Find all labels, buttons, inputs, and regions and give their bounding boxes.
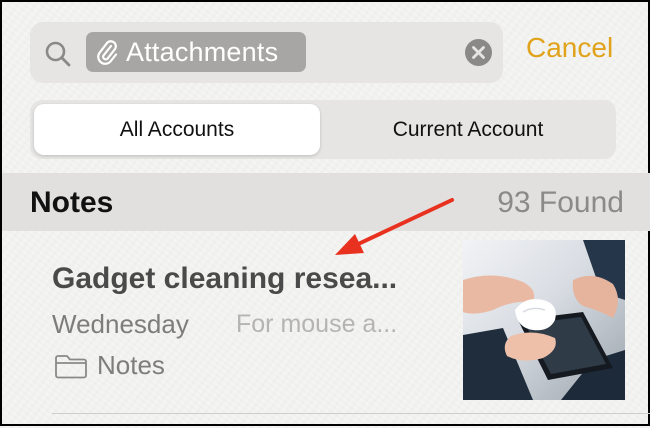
cancel-button[interactable]: Cancel [526,32,613,64]
note-date: Wednesday [52,309,189,339]
search-token-label: Attachments [126,36,279,67]
search-token[interactable]: Attachments [86,32,306,72]
note-thumbnail [463,240,625,400]
note-title: Gadget cleaning resea... [52,262,398,295]
row-divider [52,413,650,414]
section-title: Notes [30,186,114,219]
segment-current-account[interactable]: Current Account [324,104,612,155]
list-item[interactable]: Gadget cleaning resea... Wednesday For m… [2,231,650,416]
paperclip-icon [97,40,118,65]
section-header: Notes 93 Found [2,173,650,231]
search-bar[interactable]: Attachments [30,22,503,83]
note-folder: Notes [54,350,165,381]
note-folder-label: Notes [97,350,165,380]
scope-segmented-control: All Accounts Current Account [30,100,616,159]
folder-icon [55,354,87,378]
search-icon [45,41,71,67]
note-snippet: For mouse a... [236,310,398,338]
segment-all-accounts[interactable]: All Accounts [34,104,320,155]
result-count: 93 Found [497,186,624,219]
clear-icon[interactable] [464,38,493,67]
